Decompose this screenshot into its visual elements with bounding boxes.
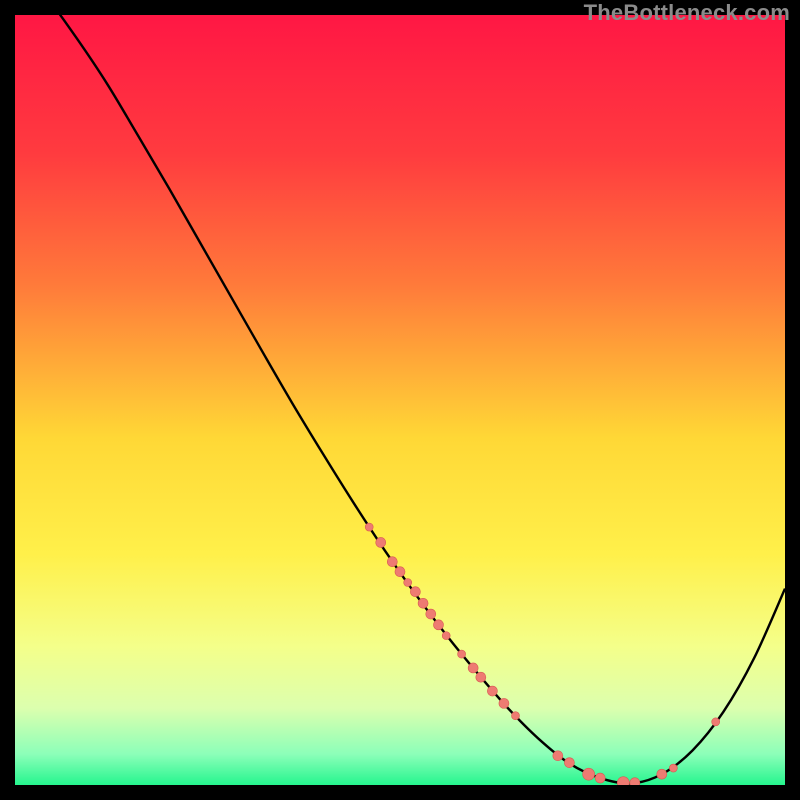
watermark-text: TheBottleneck.com bbox=[584, 0, 790, 26]
sample-dot bbox=[418, 598, 428, 608]
sample-dot bbox=[434, 620, 444, 630]
sample-dot bbox=[376, 537, 386, 547]
sample-dot bbox=[499, 698, 509, 708]
sample-dot bbox=[553, 751, 563, 761]
sample-dot bbox=[426, 609, 436, 619]
sample-dot bbox=[583, 768, 595, 780]
sample-dot bbox=[595, 773, 605, 783]
sample-dot bbox=[512, 712, 520, 720]
sample-dot bbox=[630, 778, 640, 785]
sample-dot bbox=[458, 650, 466, 658]
chart-container: TheBottleneck.com bbox=[0, 0, 800, 800]
sample-dot bbox=[712, 718, 720, 726]
sample-dot bbox=[365, 523, 373, 531]
sample-dot bbox=[395, 567, 405, 577]
sample-dot bbox=[476, 672, 486, 682]
chart-svg bbox=[15, 15, 785, 785]
sample-dot bbox=[487, 686, 497, 696]
sample-dot bbox=[404, 578, 412, 586]
gradient-background bbox=[15, 15, 785, 785]
sample-dot bbox=[564, 758, 574, 768]
sample-dot bbox=[468, 663, 478, 673]
sample-dot bbox=[410, 587, 420, 597]
sample-dot bbox=[442, 632, 450, 640]
sample-dot bbox=[657, 769, 667, 779]
sample-dot bbox=[669, 764, 677, 772]
sample-dot bbox=[387, 557, 397, 567]
